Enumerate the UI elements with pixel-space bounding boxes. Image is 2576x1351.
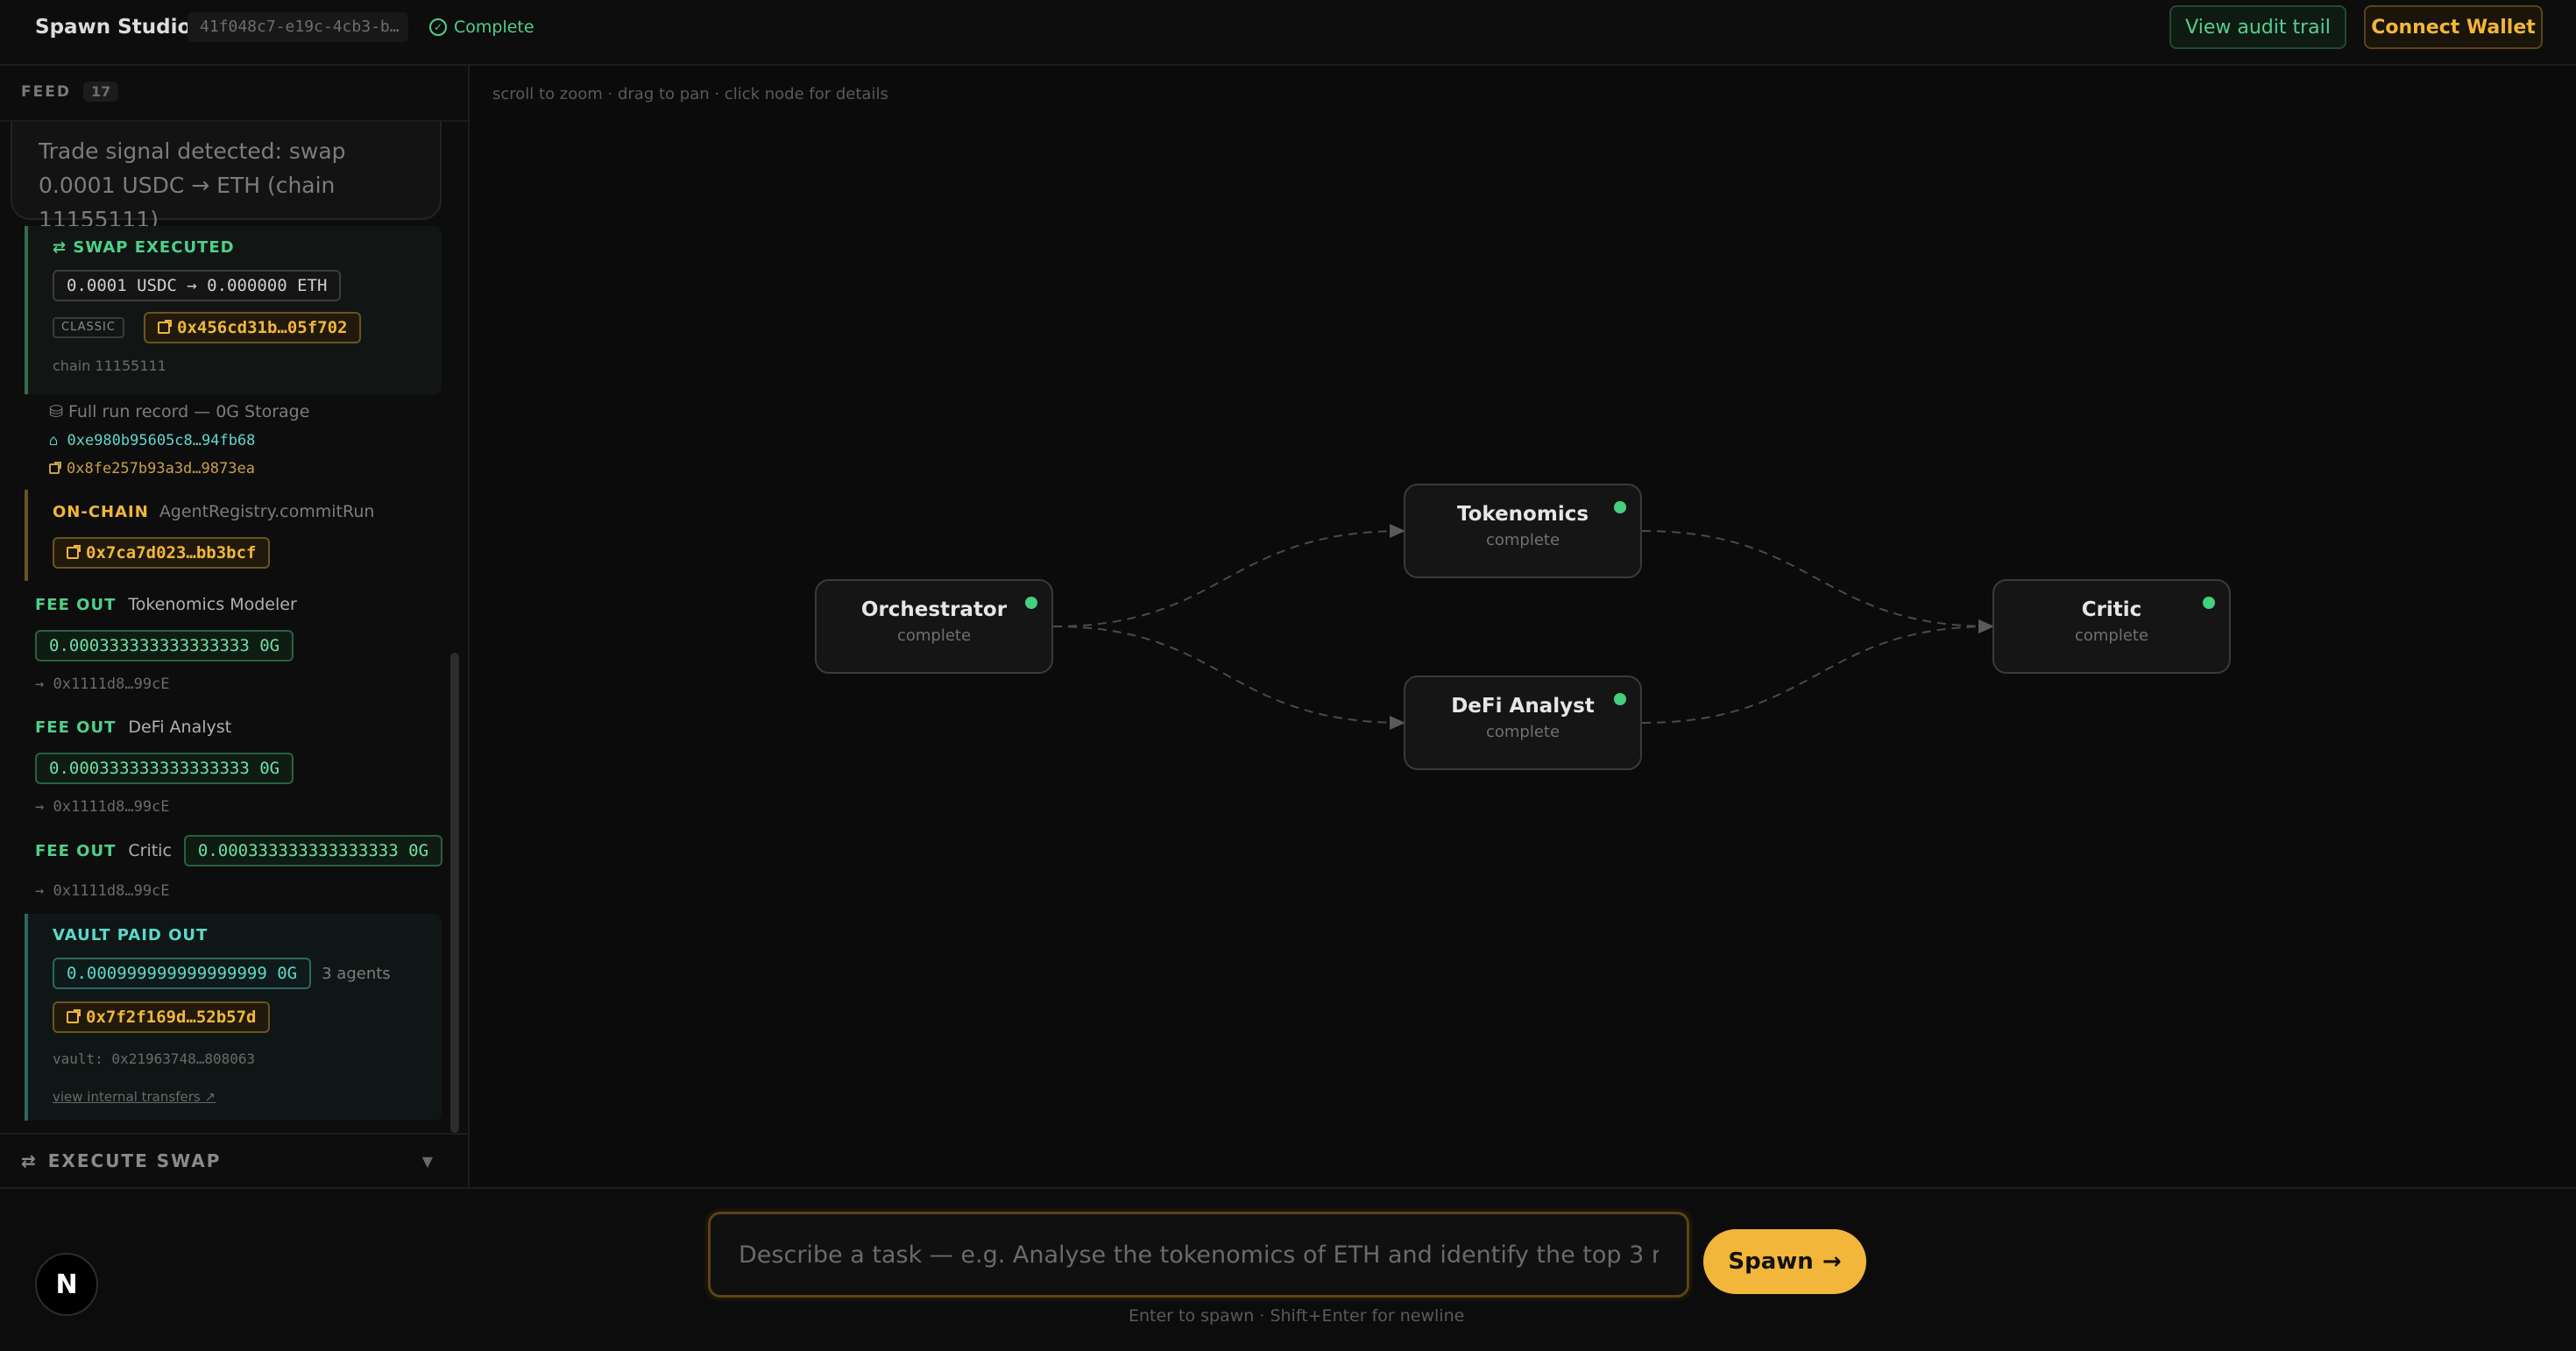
fee-tag: FEE OUT bbox=[35, 841, 117, 860]
execute-swap-toggle[interactable]: ⇄ EXECUTE SWAP ▼ bbox=[0, 1133, 468, 1187]
database-icon: ⛁ bbox=[49, 402, 68, 421]
node-name: Tokenomics bbox=[1456, 503, 1589, 526]
vault-address: vault: 0x21963748…808063 bbox=[53, 1050, 256, 1067]
connect-wallet-button[interactable]: Connect Wallet bbox=[2364, 5, 2543, 49]
edge-orchestrator-tokenomics bbox=[1052, 524, 1405, 627]
edge-tokenomics-critic bbox=[1641, 530, 1994, 633]
node-status: complete bbox=[896, 626, 972, 645]
feed-scrollbar[interactable] bbox=[450, 653, 459, 1133]
edge-orchestrator-defi bbox=[1052, 626, 1405, 730]
external-link-icon bbox=[67, 545, 81, 559]
swap-icon: ⇄ bbox=[53, 238, 74, 257]
swap-chain: chain 11155111 bbox=[53, 357, 166, 374]
chevron-down-icon: ▼ bbox=[421, 1152, 435, 1170]
feed-message: Trade signal detected: swap 0.0001 USDC … bbox=[11, 122, 442, 232]
onchain-tx-link[interactable]: 0x7ca7d023…bb3bcf bbox=[53, 537, 271, 569]
arrow-right-icon: → bbox=[1822, 1248, 1842, 1275]
fee-recipient: → 0x1111d8…99cE bbox=[35, 882, 170, 900]
node-critic[interactable]: Critic complete bbox=[1992, 579, 2231, 674]
view-audit-trail-button[interactable]: View audit trail bbox=[2169, 5, 2346, 49]
node-status: complete bbox=[1485, 723, 1560, 741]
task-input[interactable] bbox=[708, 1212, 1689, 1298]
swap-executed-card: ⇄ SWAP EXECUTED 0.0001 USDC → 0.000000 E… bbox=[25, 226, 442, 394]
run-status: ✓ Complete bbox=[429, 12, 534, 42]
keyboard-hint: Enter to spawn · Shift+Enter for newline bbox=[1129, 1306, 1465, 1326]
feed-sidebar: FEED 17 Trade signal detected: swap 0.00… bbox=[0, 66, 470, 1187]
fee-agent: Critic bbox=[128, 841, 172, 860]
fee-amount: 0.000333333333333333 0G bbox=[35, 753, 294, 784]
spawn-label: Spawn bbox=[1728, 1248, 1814, 1275]
storage-tx-link[interactable]: 0x8fe257b93a3d…9873ea bbox=[49, 460, 255, 477]
vault-paid-out-card: VAULT PAID OUT 0.000999999999999999 0G 3… bbox=[25, 914, 442, 1121]
edge-defi-critic bbox=[1641, 619, 1994, 724]
node-orchestrator[interactable]: Orchestrator complete bbox=[815, 579, 1053, 674]
onchain-accent bbox=[25, 490, 28, 581]
view-internal-transfers-link[interactable]: view internal transfers ↗ bbox=[53, 1089, 216, 1105]
status-dot-icon bbox=[1614, 501, 1626, 513]
node-tokenomics[interactable]: Tokenomics complete bbox=[1404, 484, 1642, 578]
fee-recipient: → 0x1111d8…99cE bbox=[35, 676, 170, 693]
fee-agent: DeFi Analyst bbox=[128, 718, 232, 737]
fee-agent: Tokenomics Modeler bbox=[128, 595, 297, 614]
fee-amount: 0.000333333333333333 0G bbox=[35, 630, 294, 661]
run-status-label: Complete bbox=[454, 18, 534, 37]
swap-mode-badge: CLASSIC bbox=[53, 317, 124, 338]
app-root: Spawn Studio 41f048c7-e19c-4cb3-b… ✓ Com… bbox=[0, 0, 2576, 1351]
app-logo-icon[interactable]: N bbox=[35, 1253, 98, 1316]
node-status: complete bbox=[1485, 531, 1560, 549]
fee-tag: FEE OUT bbox=[35, 595, 117, 614]
swap-amounts: 0.0001 USDC → 0.000000 ETH bbox=[53, 270, 342, 301]
storage-root-link[interactable]: ⌂ 0xe980b95605c8…94fb68 bbox=[49, 432, 255, 449]
status-dot-icon bbox=[1025, 597, 1037, 609]
external-link-icon bbox=[49, 462, 61, 474]
status-dot-icon bbox=[1614, 693, 1626, 705]
node-name: Critic bbox=[2081, 598, 2142, 621]
feed-label: FEED bbox=[21, 82, 71, 101]
app-title: Spawn Studio bbox=[35, 16, 192, 39]
external-link-icon bbox=[67, 1009, 81, 1023]
execute-swap-label: EXECUTE SWAP bbox=[47, 1150, 222, 1171]
graph-edges bbox=[1052, 524, 1994, 730]
feed-count-badge: 17 bbox=[82, 81, 119, 102]
vault-tag: VAULT PAID OUT bbox=[53, 926, 209, 944]
check-circle-icon: ✓ bbox=[429, 18, 447, 36]
onchain-row: ON-CHAIN AgentRegistry.commitRun bbox=[53, 502, 374, 521]
vault-tx-link[interactable]: 0x7f2f169d…52b57d bbox=[53, 1001, 271, 1033]
fee-row: FEE OUT Critic 0.000333333333333333 0G bbox=[35, 835, 443, 866]
vault-amount: 0.000999999999999999 0G bbox=[53, 958, 312, 989]
run-id-badge[interactable]: 41f048c7-e19c-4cb3-b… bbox=[188, 12, 408, 42]
feed-list[interactable]: Trade signal detected: swap 0.0001 USDC … bbox=[0, 122, 468, 1121]
vault-amount-row: 0.000999999999999999 0G 3 agents bbox=[53, 958, 391, 989]
graph-canvas[interactable]: scroll to zoom · drag to pan · click nod… bbox=[471, 66, 2576, 1187]
swap-icon: ⇄ bbox=[21, 1150, 36, 1171]
swap-tag: ⇄ SWAP EXECUTED bbox=[53, 238, 235, 257]
node-defi-analyst[interactable]: DeFi Analyst complete bbox=[1404, 676, 1642, 770]
fee-tag: FEE OUT bbox=[35, 718, 117, 737]
fee-amount: 0.000333333333333333 0G bbox=[183, 835, 443, 866]
node-name: DeFi Analyst bbox=[1451, 695, 1595, 718]
node-status: complete bbox=[2074, 626, 2149, 645]
feed-header: FEED 17 bbox=[21, 81, 119, 102]
onchain-tag: ON-CHAIN bbox=[53, 502, 149, 521]
status-dot-icon bbox=[2203, 597, 2215, 609]
node-name: Orchestrator bbox=[860, 598, 1008, 621]
external-link-icon bbox=[158, 320, 172, 334]
composer-bar: N Spawn → Enter to spawn · Shift+Enter f… bbox=[0, 1187, 2576, 1351]
vault-agents: 3 agents bbox=[322, 964, 391, 983]
swap-tx-link[interactable]: 0x456cd31b…05f702 bbox=[144, 312, 362, 343]
onchain-method: AgentRegistry.commitRun bbox=[159, 502, 375, 521]
lock-icon: ⌂ bbox=[49, 432, 67, 449]
fee-row: FEE OUT DeFi Analyst bbox=[35, 718, 231, 737]
storage-record: ⛁ Full run record — 0G Storage bbox=[49, 402, 310, 421]
fee-row: FEE OUT Tokenomics Modeler bbox=[35, 595, 297, 614]
spawn-button[interactable]: Spawn → bbox=[1703, 1229, 1866, 1294]
top-bar: Spawn Studio 41f048c7-e19c-4cb3-b… ✓ Com… bbox=[0, 0, 2576, 66]
fee-recipient: → 0x1111d8…99cE bbox=[35, 798, 170, 816]
